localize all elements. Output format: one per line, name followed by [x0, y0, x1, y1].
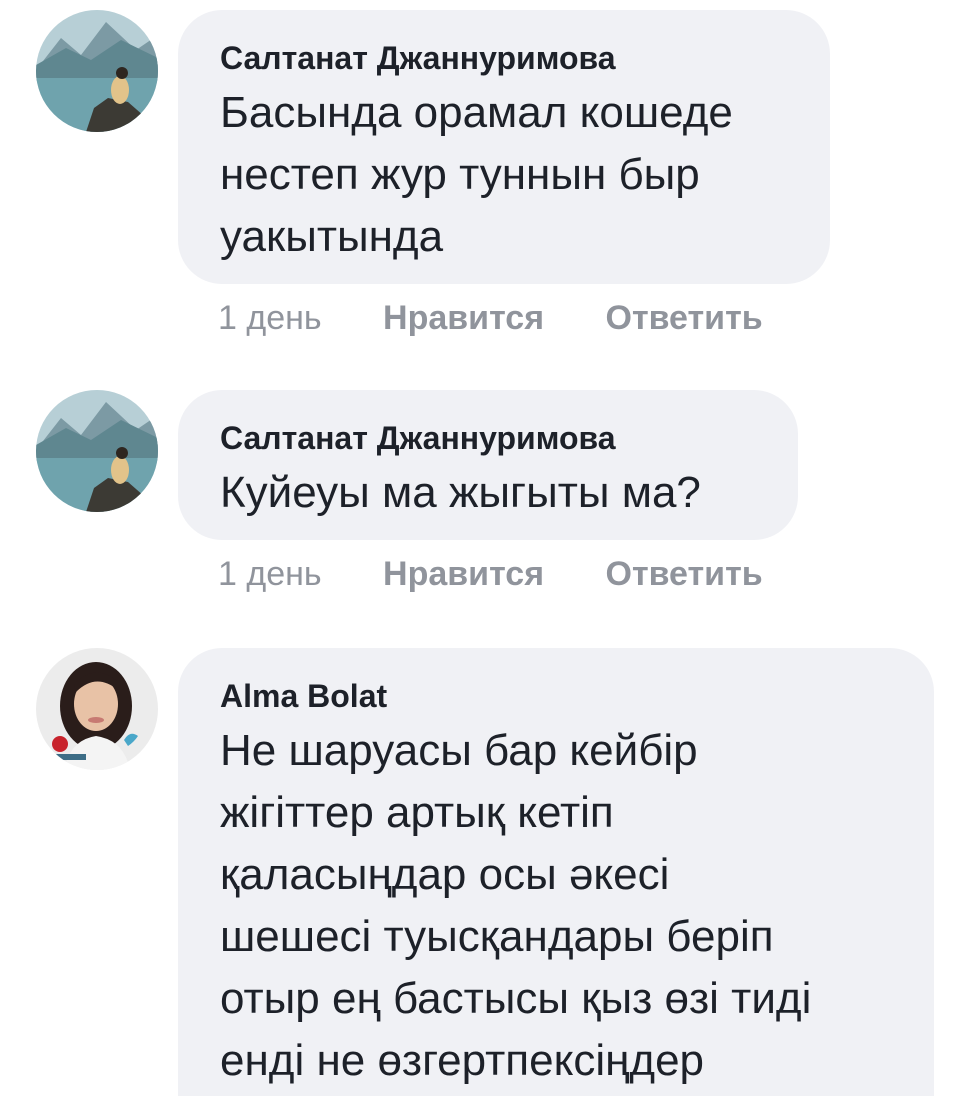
comment-text-line: жігіттер артық кетіп: [220, 788, 614, 837]
like-button[interactable]: Нравится: [383, 555, 544, 593]
lake-landscape-avatar-icon: [36, 10, 158, 132]
comment-text: Куйеуы ма жыгыты ма?: [220, 462, 756, 524]
comment-bubble: Салтанат Джаннуримова Куйеуы ма жыгыты м…: [178, 390, 798, 540]
comment-text-line: енді не өзгертпексіңдер: [220, 1036, 705, 1085]
comment-text-line: қаласыңдар осы әкесі: [220, 850, 670, 899]
comment-text-line: Не шаруасы бар кейбір: [220, 726, 698, 775]
like-button[interactable]: Нравится: [383, 299, 544, 337]
comment-text-line: нестеп жур туннын быр: [220, 150, 700, 199]
woman-portrait-avatar-icon: [36, 648, 158, 770]
comment-actions: 1 день Нравится Ответить: [218, 298, 815, 338]
comment-bubble: Салтанат Джаннуримова Басында орамал кош…: [178, 10, 830, 284]
lake-landscape-avatar-icon: [36, 390, 158, 512]
comment-text-line: Куйеуы ма жыгыты ма?: [220, 468, 701, 517]
comment-timestamp[interactable]: 1 день: [218, 299, 322, 337]
comment-text-line: шешесі туысқандары беріп: [220, 912, 774, 961]
comment-text-line: отыр ең бастысы қыз өзі тиді: [220, 974, 812, 1023]
comment-text: Басында орамал кошеде нестеп жур туннын …: [220, 82, 788, 268]
avatar[interactable]: [36, 10, 158, 132]
reply-button[interactable]: Ответить: [606, 555, 763, 593]
avatar[interactable]: [36, 648, 158, 770]
comment-author[interactable]: Салтанат Джаннуримова: [220, 38, 788, 78]
reply-button[interactable]: Ответить: [606, 299, 763, 337]
comment-bubble: Alma Bolat Не шаруасы бар кейбір жігітте…: [178, 648, 934, 1096]
comment-text: Не шаруасы бар кейбір жігіттер артық кет…: [220, 720, 892, 1092]
comment-text-line: уакытында: [220, 212, 444, 261]
comment-timestamp[interactable]: 1 день: [218, 555, 322, 593]
comment-text-line: Басында орамал кошеде: [220, 88, 733, 137]
comment-author[interactable]: Alma Bolat: [220, 676, 892, 716]
comment-author[interactable]: Салтанат Джаннуримова: [220, 418, 756, 458]
comment-actions: 1 день Нравится Ответить: [218, 554, 815, 594]
avatar[interactable]: [36, 390, 158, 512]
